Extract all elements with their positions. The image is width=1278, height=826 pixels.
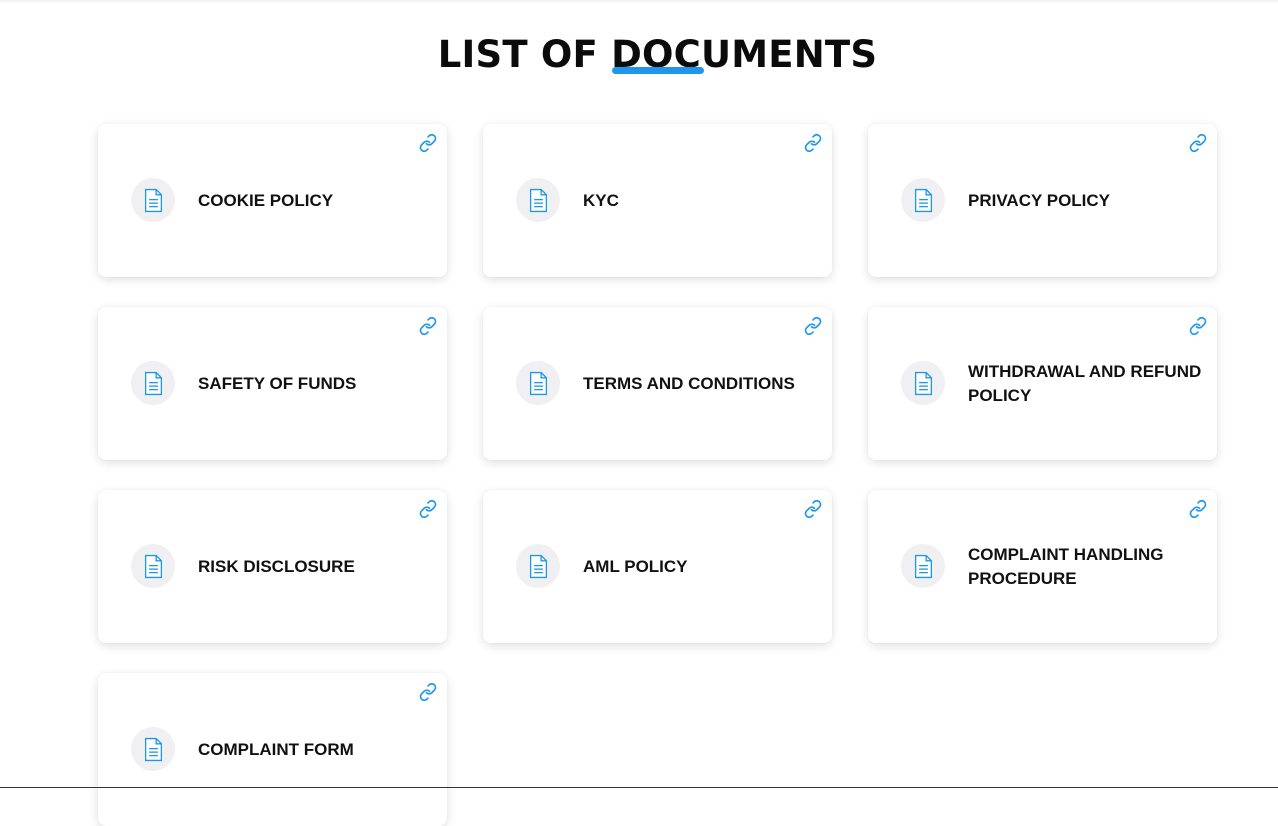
document-label: COMPLAINT FORM [198, 739, 354, 759]
link-icon[interactable] [1189, 316, 1207, 336]
title-underline [612, 67, 704, 74]
link-icon[interactable] [1189, 133, 1207, 153]
document-card[interactable]: COMPLAINT FORM [98, 673, 447, 826]
document-label: RISK DISCLOSURE [198, 556, 355, 576]
link-icon[interactable] [804, 316, 822, 336]
document-label: WITHDRAWAL AND REFUND POLICY [968, 361, 1202, 405]
link-icon[interactable] [804, 133, 822, 153]
header-shadow [0, 0, 1278, 4]
document-icon [131, 544, 175, 588]
document-icon [131, 361, 175, 405]
document-card[interactable]: WITHDRAWAL AND REFUND POLICY [868, 307, 1217, 460]
document-icon [131, 178, 175, 222]
document-card[interactable]: COOKIE POLICY [98, 124, 447, 277]
document-label: KYC [583, 190, 619, 210]
link-icon[interactable] [419, 133, 437, 153]
link-icon[interactable] [419, 316, 437, 336]
document-label: COMPLAINT HANDLING PROCEDURE [968, 544, 1164, 588]
documents-grid: COOKIE POLICY KYC PRIVACY POLICY SAFETY … [98, 124, 1217, 826]
document-icon [901, 544, 945, 588]
link-icon[interactable] [1189, 499, 1207, 519]
document-label: AML POLICY [583, 556, 688, 576]
document-label: PRIVACY POLICY [968, 190, 1111, 210]
document-icon [516, 544, 560, 588]
document-card[interactable]: COMPLAINT HANDLING PROCEDURE [868, 490, 1217, 643]
document-card[interactable]: KYC [483, 124, 832, 277]
document-card[interactable]: PRIVACY POLICY [868, 124, 1217, 277]
document-icon [901, 361, 945, 405]
document-card[interactable]: RISK DISCLOSURE [98, 490, 447, 643]
document-card[interactable]: AML POLICY [483, 490, 832, 643]
document-card[interactable]: TERMS AND CONDITIONS [483, 307, 832, 460]
link-icon[interactable] [419, 682, 437, 702]
document-icon [516, 178, 560, 222]
document-card[interactable]: SAFETY OF FUNDS [98, 307, 447, 460]
document-label: SAFETY OF FUNDS [198, 373, 357, 393]
document-icon [131, 727, 175, 771]
document-icon [516, 361, 560, 405]
document-label: COOKIE POLICY [198, 190, 334, 210]
link-icon[interactable] [804, 499, 822, 519]
link-icon[interactable] [419, 499, 437, 519]
document-icon [901, 178, 945, 222]
document-label: TERMS AND CONDITIONS [583, 373, 795, 393]
